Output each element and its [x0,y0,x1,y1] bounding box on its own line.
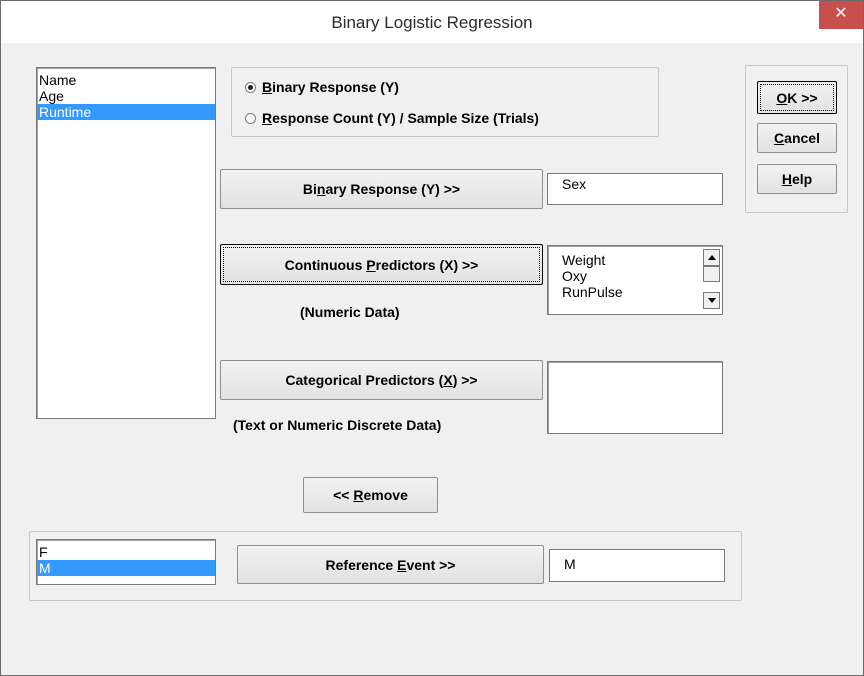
window-title: Binary Logistic Regression [331,13,533,32]
arrow-up-icon [707,255,716,260]
continuous-predictors-button[interactable]: Continuous Predictors (X) >> [220,244,543,285]
continuous-predictors-list[interactable]: Weight Oxy RunPulse [547,245,723,315]
dialog-body: Name Age Runtime Binary Response (Y) Res… [7,43,857,669]
list-item[interactable]: Weight [560,252,722,268]
button-label: redictors (X) >> [375,256,479,273]
arrow-down-icon [707,298,716,303]
cancel-key: C [774,130,785,146]
categorical-predictors-list[interactable] [547,361,723,434]
button-label-prefix: Continuous [284,256,367,273]
remove-button[interactable]: << Remove [303,477,438,513]
remove-key: R [353,487,364,503]
remove-prefix: << [333,487,354,503]
list-item[interactable]: RunPulse [560,284,722,300]
button-label: vent >> [406,556,456,573]
button-label-key: E [397,556,407,573]
continuous-predictors-note: (Numeric Data) [300,304,400,320]
radio-label-key: R [262,110,273,126]
button-label-prefix: Bi [302,181,317,197]
response-type-group [231,67,659,137]
help-button[interactable]: Help [757,164,837,194]
list-item[interactable]: Oxy [560,268,722,284]
ok-key: O [776,89,788,106]
radio-selected-icon [245,81,256,93]
button-label-prefix: Categorical Predictors ( [285,372,444,388]
response-count-radio[interactable]: Response Count (Y) / Sample Size (Trials… [245,110,539,126]
button-label-key: X [443,372,453,388]
categorical-predictors-button[interactable]: Categorical Predictors (X) >> [220,360,543,400]
variables-listbox[interactable]: Name Age Runtime [36,67,216,419]
ok-label: K >> [787,89,818,106]
binary-response-radio[interactable]: Binary Response (Y) [245,79,399,95]
button-label-prefix: Reference [325,556,398,573]
dialog-window: Binary Logistic Regression ✕ Name Age Ru… [0,0,864,676]
ok-button[interactable]: OK >> [757,81,837,114]
scrollbar-track[interactable] [703,266,720,282]
list-item[interactable]: M [37,560,215,576]
radio-unselected-icon [245,112,256,124]
radio-label: inary Response (Y) [272,79,399,95]
button-label-key: n [316,181,326,197]
button-label: ary Response (Y) >> [325,181,461,197]
scroll-down-button[interactable] [703,292,720,309]
button-label: ) >> [452,372,478,388]
binary-response-button[interactable]: Bi n ary Response (Y) >> [220,169,543,209]
reference-levels-list[interactable]: F M [36,539,216,585]
cancel-label: ancel [784,130,820,146]
list-item[interactable]: Name [37,72,215,88]
reference-event-button[interactable]: Reference Event >> [237,545,544,584]
categorical-predictors-note: (Text or Numeric Discrete Data) [233,417,442,433]
scroll-up-button[interactable] [703,249,720,266]
button-label-key: P [366,256,376,273]
help-label: elp [791,171,813,187]
cancel-button[interactable]: Cancel [757,123,837,153]
list-item[interactable]: Age [37,88,215,104]
list-item[interactable]: F [37,544,215,560]
list-item[interactable]: Runtime [37,104,215,120]
remove-label: emove [363,487,408,503]
close-icon[interactable]: ✕ [819,1,863,29]
radio-label: esponse Count (Y) / Sample Size (Trials) [272,110,539,126]
title-bar: Binary Logistic Regression ✕ [1,1,863,43]
binary-response-field[interactable]: Sex [547,173,723,205]
help-key: H [781,171,792,187]
reference-event-field[interactable]: M [549,549,725,582]
radio-label-key: B [262,79,273,95]
